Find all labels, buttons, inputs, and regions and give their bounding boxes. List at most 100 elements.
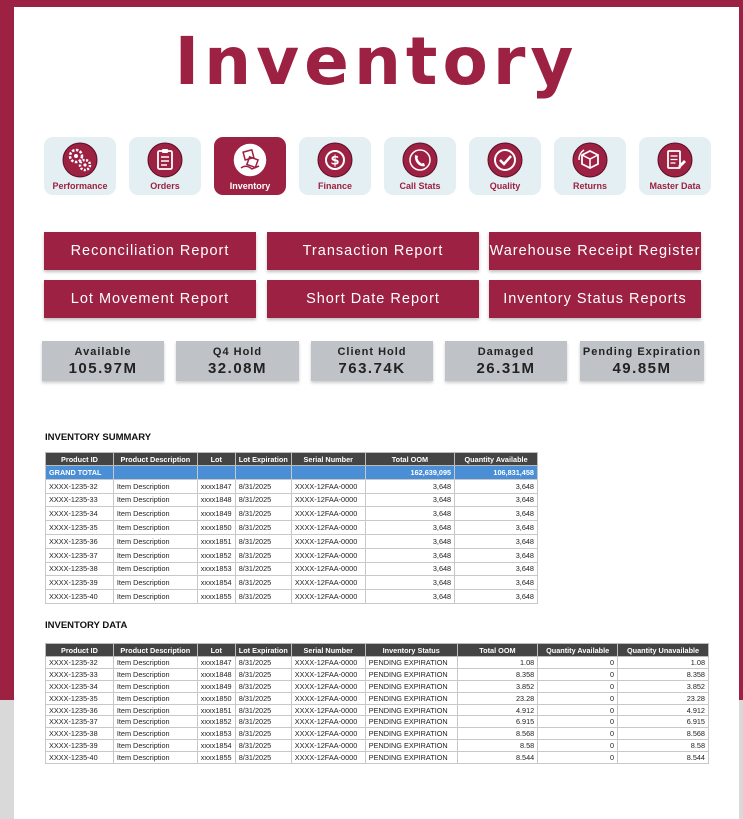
table-row[interactable]: XXXX-1235-38 Item Description xxxx1853 8/31… bbox=[45, 727, 709, 741]
table-row[interactable]: XXXX-1235-36 Item Description xxxx1851 8/31… bbox=[45, 703, 709, 717]
table-row[interactable]: XXXX-1235-36 Item Description xxxx1851 8/31… bbox=[45, 533, 538, 549]
table-row[interactable]: XXXX-1235-37 Item Description xxxx1852 8/31… bbox=[45, 715, 709, 729]
reconciliation-report-button[interactable]: Reconciliation Report bbox=[44, 232, 256, 270]
table-cell: 0 bbox=[537, 715, 619, 729]
page-title: Inventory bbox=[174, 23, 579, 100]
table-row[interactable]: XXXX-1235-40 Item Description xxxx1855 8/31… bbox=[45, 751, 709, 765]
nav-tile-performance[interactable]: Performance bbox=[44, 137, 116, 195]
nav-tile-inventory[interactable]: Inventory bbox=[214, 137, 286, 195]
table-cell: XXXX-12FAA-0000 bbox=[290, 667, 366, 681]
table-cell: 8.358 bbox=[617, 667, 709, 681]
nav-tile-finance[interactable]: $ Finance bbox=[299, 137, 371, 195]
table-row[interactable]: XXXX-1235-34 Item Description xxxx1849 8/31… bbox=[45, 506, 538, 522]
column-header[interactable]: Serial Number bbox=[290, 643, 366, 657]
stat-card-client-hold: Client Hold 763.74K bbox=[311, 341, 433, 381]
table-cell: 8.568 bbox=[456, 727, 539, 741]
table-row[interactable]: XXXX-1235-38 Item Description xxxx1853 8/31… bbox=[45, 561, 538, 577]
table-cell: 3,648 bbox=[364, 589, 456, 604]
column-header[interactable]: Lot Expiration bbox=[234, 643, 292, 657]
table-row[interactable]: XXXX-1235-33 Item Description xxxx1848 8/31… bbox=[45, 492, 538, 508]
nav-label: Inventory bbox=[229, 181, 271, 191]
table-cell: 0 bbox=[537, 727, 619, 741]
lot-movement-report-button[interactable]: Lot Movement Report bbox=[44, 280, 256, 318]
svg-text:$: $ bbox=[330, 154, 339, 169]
table-cell: 3,648 bbox=[364, 506, 456, 522]
warehouse-receipt-register-button[interactable]: Warehouse Receipt Register bbox=[489, 232, 701, 270]
table-cell: XXXX-1235-34 bbox=[45, 506, 114, 522]
table-row[interactable]: XXXX-1235-39 Item Description xxxx1854 8/31… bbox=[45, 739, 709, 753]
table-cell: XXXX-12FAA-0000 bbox=[290, 589, 366, 604]
table-cell: 8/31/2025 bbox=[234, 561, 292, 577]
column-header[interactable]: Lot Expiration bbox=[234, 452, 292, 466]
table-row[interactable]: XXXX-1235-32 Item Description xxxx1847 8/31… bbox=[45, 656, 709, 669]
table-cell: 8.544 bbox=[456, 751, 539, 765]
column-header[interactable]: Inventory Status bbox=[364, 643, 458, 657]
table-row[interactable]: XXXX-1235-32 Item Description xxxx1847 8/31… bbox=[45, 478, 538, 494]
column-header[interactable]: Product ID bbox=[45, 452, 114, 466]
table-cell: 6.915 bbox=[456, 715, 539, 729]
column-header[interactable]: Lot bbox=[196, 452, 236, 466]
table-cell: 8/31/2025 bbox=[234, 727, 292, 741]
table-cell: xxxx1854 bbox=[196, 575, 236, 591]
table-cell: 4.912 bbox=[617, 703, 709, 717]
column-header[interactable]: Total OOM bbox=[456, 643, 539, 657]
table-cell: xxxx1850 bbox=[196, 691, 236, 705]
table-row[interactable]: XXXX-1235-39 Item Description xxxx1854 8/31… bbox=[45, 575, 538, 591]
table-row[interactable]: XXXX-1235-35 Item Description xxxx1850 8/31… bbox=[45, 691, 709, 705]
clipboard-icon bbox=[147, 142, 183, 178]
stat-value: 49.85M bbox=[612, 360, 672, 377]
column-header[interactable]: Serial Number bbox=[290, 452, 366, 466]
short-date-report-button[interactable]: Short Date Report bbox=[267, 280, 479, 318]
stat-label: Q4 Hold bbox=[212, 346, 263, 358]
nav-tile-returns[interactable]: Returns bbox=[554, 137, 626, 195]
nav-tile-orders[interactable]: Orders bbox=[129, 137, 201, 195]
nav-tile-call-stats[interactable]: Call Stats bbox=[384, 137, 456, 195]
table-cell: PENDING EXPIRATION bbox=[364, 715, 458, 729]
table-row[interactable]: XXXX-1235-35 Item Description xxxx1850 8/31… bbox=[45, 520, 538, 535]
column-header[interactable]: Quantity Unavailable bbox=[617, 643, 709, 657]
table-cell: GRAND TOTAL bbox=[45, 465, 114, 480]
table-cell: 8/31/2025 bbox=[234, 703, 292, 717]
table-row[interactable]: XXXX-1235-34 Item Description xxxx1849 8/31… bbox=[45, 679, 709, 693]
table-row[interactable]: XXXX-1235-33 Item Description xxxx1848 8/31… bbox=[45, 667, 709, 681]
table-cell: 8/31/2025 bbox=[234, 679, 292, 693]
grand-total-row[interactable]: GRAND TOTAL 162,639,095 106,831,458 bbox=[45, 465, 538, 480]
table-cell: PENDING EXPIRATION bbox=[364, 703, 458, 717]
column-header[interactable]: Product Description bbox=[112, 643, 198, 657]
table-cell: 3,648 bbox=[364, 520, 456, 535]
table-row[interactable]: XXXX-1235-37 Item Description xxxx1852 8/31… bbox=[45, 547, 538, 563]
stat-card-pending-expiration: Pending Expiration 49.85M bbox=[580, 341, 704, 381]
inventory-status-reports-button[interactable]: Inventory Status Reports bbox=[489, 280, 701, 318]
table-cell: xxxx1852 bbox=[196, 715, 236, 729]
table-cell: XXXX-1235-32 bbox=[45, 478, 114, 494]
table-cell: PENDING EXPIRATION bbox=[364, 667, 458, 681]
table-cell: XXXX-12FAA-0000 bbox=[290, 715, 366, 729]
table-cell: 1.08 bbox=[456, 656, 539, 669]
nav-tile-quality[interactable]: Quality bbox=[469, 137, 541, 195]
table-cell: XXXX-12FAA-0000 bbox=[290, 727, 366, 741]
table-cell: 8/31/2025 bbox=[234, 739, 292, 753]
transaction-report-button[interactable]: Transaction Report bbox=[267, 232, 479, 270]
table-cell: Item Description bbox=[112, 575, 198, 591]
table-cell: XXXX-12FAA-0000 bbox=[290, 703, 366, 717]
table-cell: 0 bbox=[537, 691, 619, 705]
dashboard-page: Inventory Performance Orders Inventory $… bbox=[14, 7, 739, 819]
column-header[interactable]: Total OOM bbox=[364, 452, 456, 466]
nav-tile-master-data[interactable]: Master Data bbox=[639, 137, 711, 195]
column-header[interactable]: Quantity Available bbox=[537, 643, 619, 657]
column-header[interactable]: Product ID bbox=[45, 643, 114, 657]
table-cell: XXXX-12FAA-0000 bbox=[290, 691, 366, 705]
column-header[interactable]: Lot bbox=[196, 643, 236, 657]
column-header[interactable]: Quantity Available bbox=[454, 452, 538, 466]
table-cell: Item Description bbox=[112, 533, 198, 549]
nav-label: Orders bbox=[150, 181, 180, 191]
stat-card-damaged: Damaged 26.31M bbox=[445, 341, 567, 381]
table-row[interactable]: XXXX-1235-40 Item Description xxxx1855 8/31… bbox=[45, 589, 538, 604]
table-cell: 6.915 bbox=[617, 715, 709, 729]
inventory-data-title: INVENTORY DATA bbox=[45, 620, 128, 631]
stat-label: Available bbox=[74, 346, 132, 358]
table-cell: xxxx1850 bbox=[196, 520, 236, 535]
table-cell: 3,648 bbox=[364, 547, 456, 563]
column-header[interactable]: Product Description bbox=[112, 452, 198, 466]
table-cell: XXXX-1235-35 bbox=[45, 691, 114, 705]
